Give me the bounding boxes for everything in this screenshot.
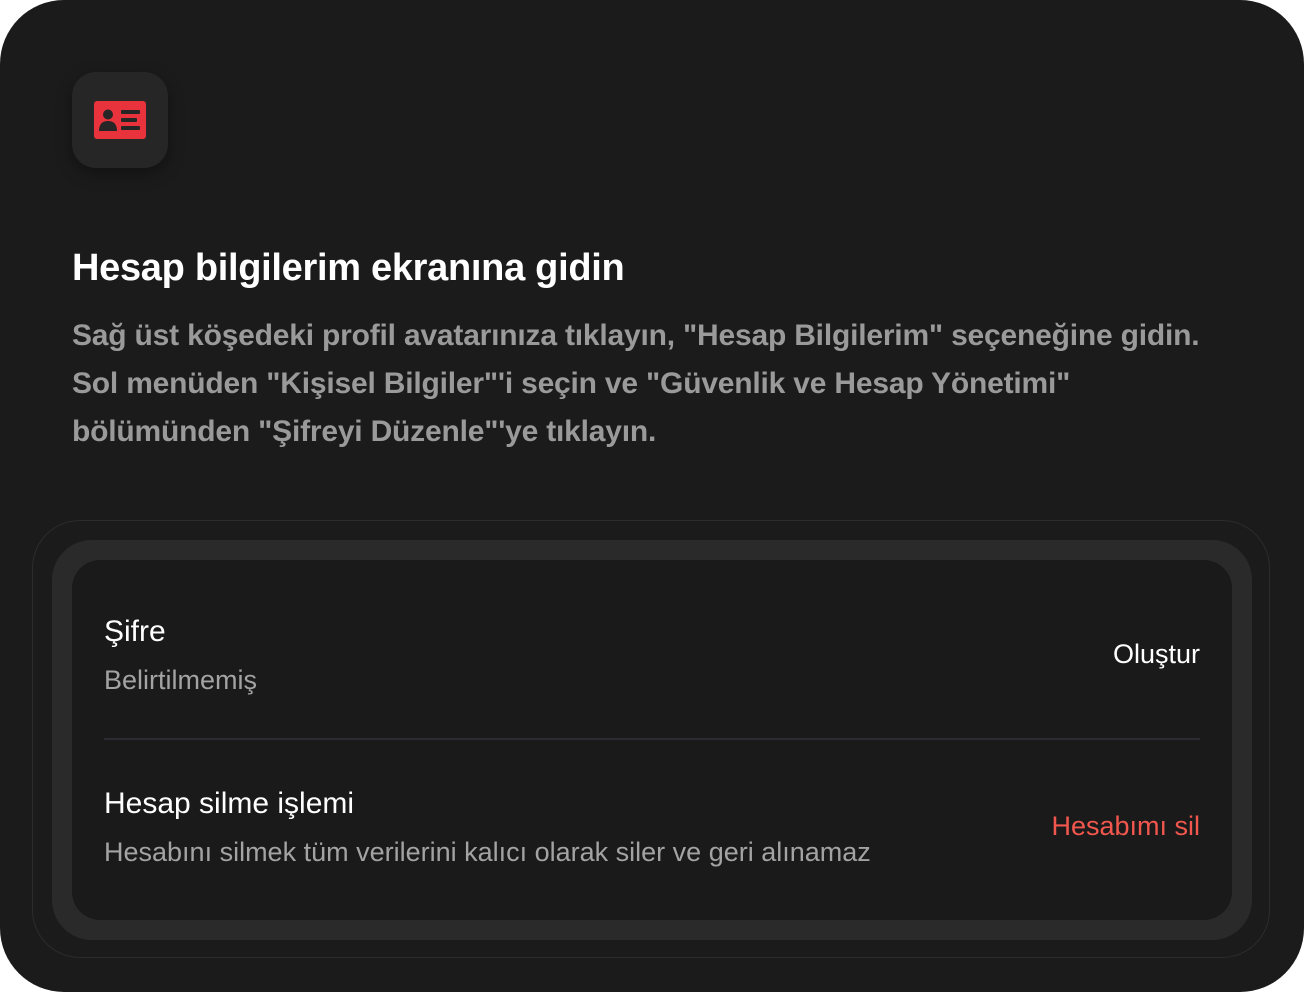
delete-account-title: Hesap silme işlemi — [104, 787, 355, 820]
instruction-text: Sağ üst köşedeki profil avatarınıza tıkl… — [72, 319, 1200, 448]
password-row: Şifre Belirtilmemiş Oluştur — [104, 612, 1200, 702]
page-title: Hesap bilgilerim ekranına gidin — [72, 247, 625, 289]
password-title: Şifre — [104, 615, 166, 648]
create-password-button[interactable]: Oluştur — [1113, 636, 1200, 672]
delete-account-description: Hesabını silmek tüm verilerini kalıcı ol… — [104, 837, 871, 867]
delete-account-row: Hesap silme işlemi Hesabını silmek tüm v… — [104, 784, 1200, 874]
instruction-card: Hesap bilgilerim ekranına gidin Sağ üst … — [0, 0, 1304, 992]
delete-account-button[interactable]: Hesabımı sil — [1051, 808, 1200, 844]
account-settings-panel: Şifre Belirtilmemiş Oluştur Hesap silme … — [72, 560, 1232, 920]
icon-tile — [72, 72, 168, 168]
id-card-icon — [94, 101, 146, 139]
password-status: Belirtilmemiş — [104, 665, 258, 695]
row-divider — [104, 738, 1200, 740]
